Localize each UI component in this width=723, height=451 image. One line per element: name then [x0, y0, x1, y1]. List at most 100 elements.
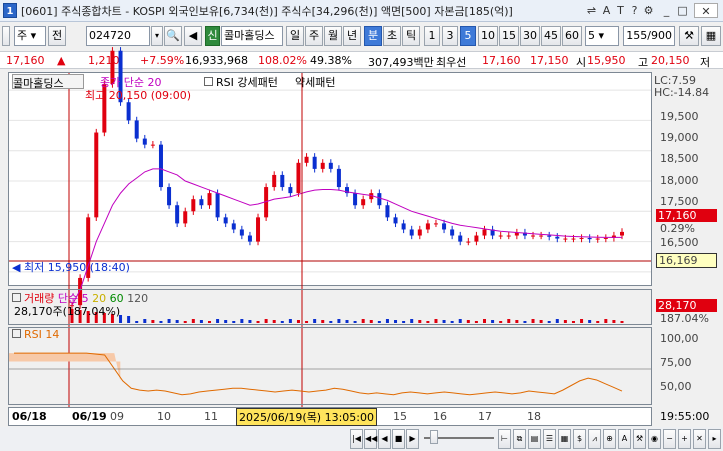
candle-body [466, 241, 471, 243]
candle-body [587, 237, 592, 240]
zoom-in-icon[interactable]: + [678, 429, 691, 449]
candle-body [458, 235, 463, 242]
xtick: 10 [157, 410, 171, 423]
candle-body [256, 217, 261, 242]
candle-body [126, 102, 131, 121]
candle-body [377, 193, 382, 206]
xtick: 17 [478, 410, 492, 423]
candle-body [231, 223, 236, 230]
candle-body [304, 156, 309, 163]
close-panel-icon[interactable]: ✕ [693, 429, 706, 449]
copy-icon[interactable]: ⧉ [513, 429, 526, 449]
rsi-ytick: 50,00 [660, 380, 692, 393]
candle-body [531, 235, 536, 237]
xtick: 16 [433, 410, 447, 423]
candle-body [417, 229, 422, 236]
candle-body [158, 144, 163, 188]
scale-icon[interactable]: ⊢ [498, 429, 511, 449]
tools-icon[interactable]: ⚒ [633, 429, 646, 449]
nav-next-icon[interactable]: ▶ [406, 429, 419, 449]
rsi-legend: RSI 14 [12, 328, 59, 341]
low-level-tag: 16,169 [656, 253, 717, 268]
candle-body [563, 238, 568, 240]
table-icon[interactable]: ▤ [528, 429, 541, 449]
xtick-date: 06/18 [12, 410, 47, 423]
ytick: 19,500 [660, 110, 699, 123]
xtick: 15 [393, 410, 407, 423]
nav-back-icon[interactable]: ◀ [378, 429, 391, 449]
rsi-panel[interactable] [8, 327, 652, 405]
legend-rsi-pattern[interactable]: RSI 강세패턴 [204, 74, 278, 90]
list-icon[interactable]: ☰ [543, 429, 556, 449]
candle-body [547, 235, 552, 237]
candle-body [223, 217, 228, 224]
candle-body [353, 193, 358, 206]
ytick: 17,500 [660, 195, 699, 208]
chart-type-icon[interactable]: ⩘ [588, 429, 601, 449]
candle-body [320, 162, 325, 169]
candle-body [191, 199, 196, 212]
grid-view-icon[interactable]: ▦ [558, 429, 571, 449]
candle-body [272, 174, 277, 188]
checkbox-icon [12, 329, 21, 338]
nav-first-icon[interactable]: |◀ [350, 429, 363, 449]
camera-icon[interactable]: ◉ [648, 429, 661, 449]
font-icon[interactable]: A [618, 429, 631, 449]
zoom-out-icon[interactable]: − [663, 429, 676, 449]
xtick: 09 [110, 410, 124, 423]
current-pct-label: 0.29% [660, 222, 695, 235]
high-marker: 최고 20,150 (09:00) [85, 89, 192, 102]
dollar-icon[interactable]: $ [573, 429, 586, 449]
candle-body [482, 229, 487, 236]
volume-pct-label: 187.04% [660, 312, 709, 325]
candle-body [401, 223, 406, 230]
expand-icon[interactable]: ▸ [708, 429, 721, 449]
ytick: 18,500 [660, 152, 699, 165]
candle-body [571, 238, 576, 240]
low-marker: ◀ 최저 15,950 (18:40) [12, 261, 130, 274]
candle-body [425, 223, 430, 230]
xtick: 18 [527, 410, 541, 423]
left-arrow-icon: ◀ [12, 261, 21, 274]
candle-body [134, 120, 139, 139]
candle-body [474, 235, 479, 242]
candle-body [142, 138, 147, 145]
checkbox-icon [12, 293, 21, 302]
nav-prev-icon[interactable]: ◀◀ [364, 429, 377, 449]
candle-body [595, 238, 600, 240]
time-label: 19:55:00 [660, 410, 710, 423]
candle-body [361, 199, 366, 206]
candle-body [433, 223, 438, 225]
candle-body [498, 235, 503, 237]
candle-body [409, 229, 414, 236]
candle-body [579, 237, 584, 239]
candle-body [442, 223, 447, 230]
checkbox-icon [204, 77, 213, 86]
candle-body [450, 229, 455, 236]
candle-body [150, 144, 155, 146]
legend-stock[interactable]: 콜마홀딩스 [12, 74, 84, 90]
ytick: 16,500 [660, 236, 699, 249]
legend-weak-pattern[interactable]: 약세패턴 [295, 74, 335, 90]
candle-body [506, 235, 511, 237]
candle-body [199, 199, 204, 206]
zoom-slider-handle[interactable] [430, 430, 438, 444]
ytick: 18,000 [660, 174, 699, 187]
bottom-nav: |◀ ◀◀ ◀ ■ ▶ ⊢ ⧉ ▤ ☰ ▦ $ ⩘ ⊕ A ⚒ ◉ − + ✕ … [0, 427, 723, 451]
candle-body [296, 162, 301, 194]
marker-icon[interactable]: ⊕ [603, 429, 616, 449]
rsi-ytick: 75,00 [660, 356, 692, 369]
candle-body [215, 193, 220, 218]
candle-body [167, 187, 172, 206]
candle-body [94, 132, 99, 218]
candle-body [385, 205, 390, 218]
current-price-tag: 17,160 [656, 209, 717, 222]
volume-current-tag: 28,170 [656, 299, 717, 312]
candle-body [539, 235, 544, 237]
hc-label: HC:-14.84 [654, 86, 710, 99]
candle-body [175, 205, 180, 224]
nav-stop-icon[interactable]: ■ [392, 429, 405, 449]
volume-value-text: 28,170주(187.04%) [14, 305, 121, 318]
candle-body [328, 162, 333, 169]
candle-body [603, 237, 608, 239]
